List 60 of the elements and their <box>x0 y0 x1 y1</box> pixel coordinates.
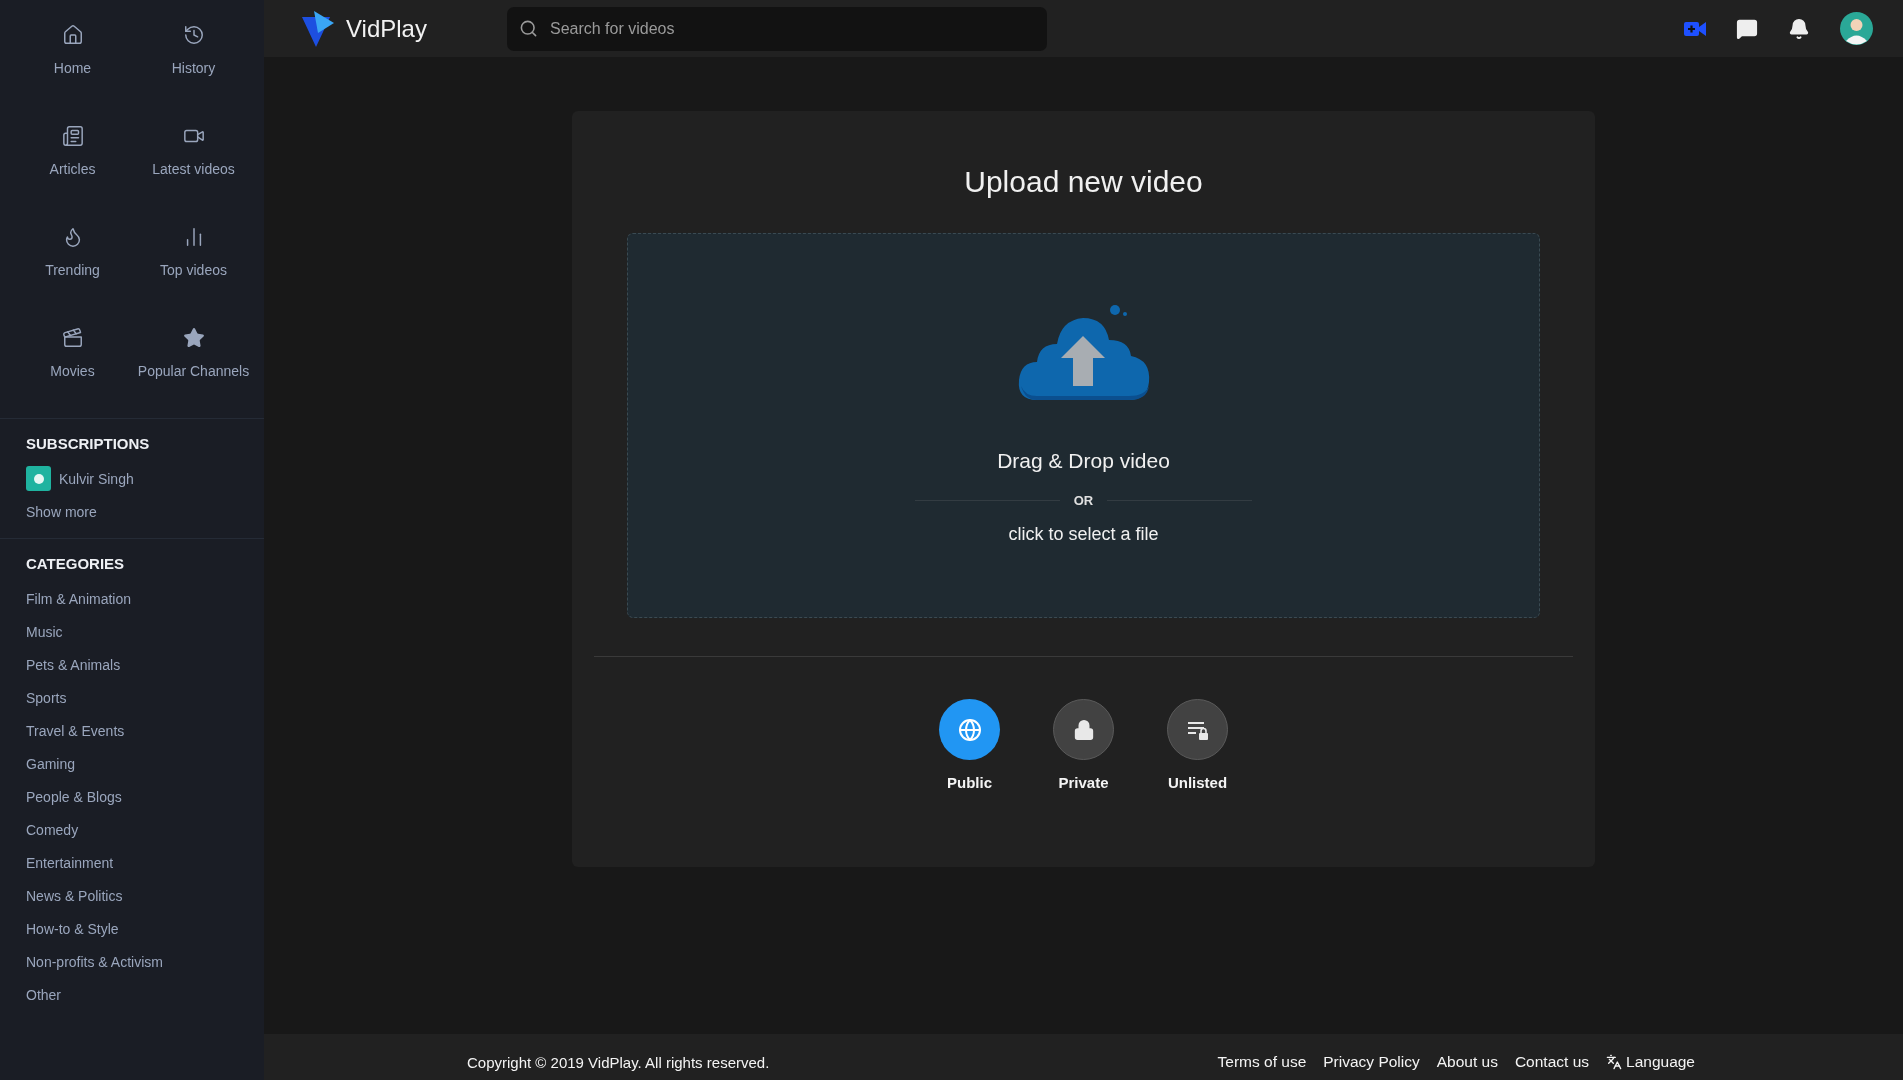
nav-item[interactable]: Latest videos <box>133 115 254 216</box>
notifications-button[interactable] <box>1788 17 1810 40</box>
avatar-icon <box>1840 12 1873 45</box>
visibility-label: Public <box>947 774 992 791</box>
message-icon <box>1736 17 1758 40</box>
nav-item[interactable]: Popular Channels <box>133 317 254 418</box>
copyright-text: Copyright © 2019 VidPlay. All rights reserved. <box>467 1053 770 1071</box>
card-title: Upload new video <box>964 165 1203 199</box>
category-link[interactable]: Entertainment <box>26 846 238 879</box>
profile-button[interactable] <box>1840 12 1873 45</box>
nav-item[interactable]: Articles <box>12 115 133 216</box>
visibility-option[interactable]: Private <box>1053 699 1114 791</box>
video-plus-icon <box>1684 20 1706 37</box>
section-heading: SUBSCRIPTIONS <box>26 435 151 452</box>
star-icon <box>182 327 205 349</box>
nav-item[interactable]: Movies <box>12 317 133 418</box>
nav-item[interactable]: Top videos <box>133 216 254 317</box>
drop-text: Drag & Drop video <box>997 449 1170 473</box>
translate-icon <box>1606 1054 1623 1070</box>
globe-icon <box>957 717 982 742</box>
clapperboard-icon <box>61 327 84 349</box>
channel-name: Kulvir Singh <box>59 470 134 487</box>
language-link[interactable]: Language <box>1606 1053 1695 1071</box>
select-file-text: click to select a file <box>1008 524 1159 545</box>
or-separator: OR <box>1073 493 1094 508</box>
category-link[interactable]: Pets & Animals <box>26 648 238 681</box>
logo-text: VidPlay <box>346 14 427 43</box>
visibility-label: Unlisted <box>1167 774 1228 791</box>
footer-link[interactable]: Terms of use <box>1217 1053 1307 1071</box>
visibility-option[interactable]: Unlisted <box>1167 699 1228 791</box>
category-link[interactable]: Travel & Events <box>26 714 238 747</box>
home-icon <box>61 24 84 46</box>
search-field[interactable]: Search for videos <box>506 6 1047 51</box>
visibility-option[interactable]: Public <box>939 699 1000 791</box>
nav-item[interactable]: Home <box>12 14 133 115</box>
visibility-label: Private <box>1058 774 1109 791</box>
add-video-button[interactable] <box>1684 20 1706 37</box>
category-link[interactable]: Other <box>26 978 238 1011</box>
category-link[interactable]: Non-profits & Activism <box>26 945 238 978</box>
category-link[interactable]: People & Blogs <box>26 780 238 813</box>
category-link[interactable]: How-to & Style <box>26 912 238 945</box>
category-link[interactable]: Music <box>26 615 238 648</box>
subscription-item[interactable]: Kulvir Singh <box>26 462 238 495</box>
section-heading: CATEGORIES <box>26 555 126 572</box>
category-link[interactable]: Film & Animation <box>26 582 238 615</box>
category-link[interactable]: Gaming <box>26 747 238 780</box>
footer-link[interactable]: Contact us <box>1514 1053 1590 1071</box>
newspaper-icon <box>61 125 84 147</box>
bell-icon <box>1788 17 1810 40</box>
category-link[interactable]: Sports <box>26 681 238 714</box>
category-link[interactable]: News & Politics <box>26 879 238 912</box>
show-more-link[interactable]: Show more <box>26 495 238 528</box>
nav-item[interactable]: Trending <box>12 216 133 317</box>
nav-item[interactable]: History <box>133 14 254 115</box>
footer-link[interactable]: About us <box>1436 1053 1498 1071</box>
messages-button[interactable] <box>1736 17 1758 40</box>
drop-zone[interactable]: Drag & Drop video OR click to select a file <box>627 233 1540 618</box>
footer-link[interactable]: Privacy Policy <box>1323 1053 1420 1071</box>
history-icon <box>182 24 205 46</box>
category-link[interactable]: Comedy <box>26 813 238 846</box>
